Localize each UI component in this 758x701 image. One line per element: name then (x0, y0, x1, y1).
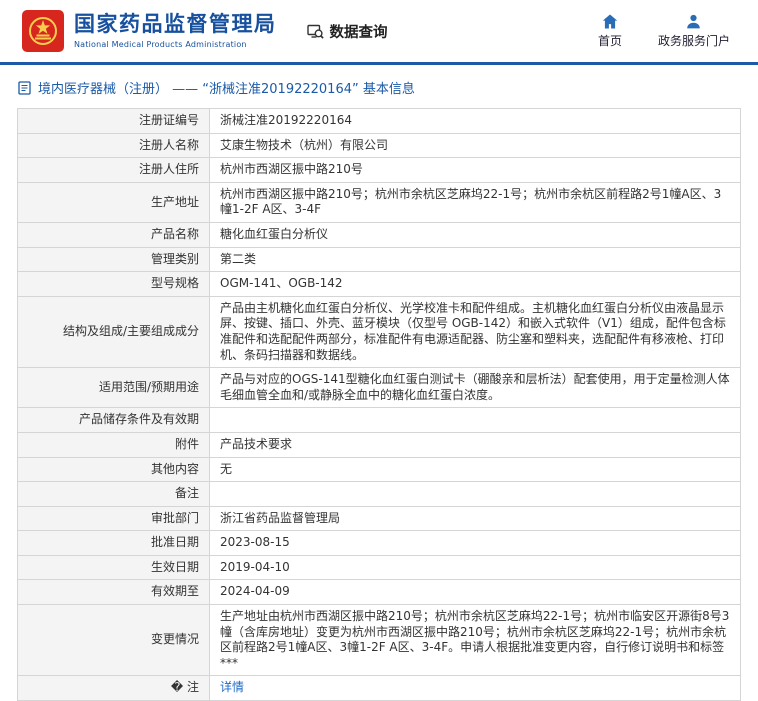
data-query-label: 数据查询 (330, 21, 388, 42)
table-row: 变更情况 生产地址由杭州市西湖区振中路210号；杭州市余杭区芝麻坞22-1号；杭… (18, 605, 741, 676)
breadcrumb: 境内医疗器械（注册） —— “浙械注准20192220164” 基本信息 (0, 65, 758, 106)
row-label: 产品名称 (18, 222, 210, 247)
table-row: � 注 详情 (18, 676, 741, 701)
row-label: 型号规格 (18, 272, 210, 297)
site-header: 国家药品监督管理局 National Medical Products Admi… (0, 0, 758, 62)
row-label: 产品储存条件及有效期 (18, 408, 210, 433)
registration-info-table: 注册证编号 浙械注准20192220164 注册人名称 艾康生物技术（杭州）有限… (17, 108, 741, 701)
nav-home[interactable]: 首页 (598, 14, 622, 49)
row-label: 备注 (18, 482, 210, 507)
table-row: 注册人住所 杭州市西湖区振中路210号 (18, 158, 741, 183)
breadcrumb-text: 境内医疗器械（注册） —— “浙械注准20192220164” 基本信息 (38, 78, 415, 97)
row-label-note: � 注 (18, 676, 210, 701)
row-value: 生产地址由杭州市西湖区振中路210号；杭州市余杭区芝麻坞22-1号；杭州市临安区… (210, 605, 741, 676)
table-row: 注册证编号 浙械注准20192220164 (18, 109, 741, 134)
row-label: 注册人住所 (18, 158, 210, 183)
nav-home-label: 首页 (598, 32, 622, 49)
table-row: 备注 (18, 482, 741, 507)
nmpa-emblem-logo (22, 10, 64, 52)
row-label: 有效期至 (18, 580, 210, 605)
table-row: 其他内容 无 (18, 457, 741, 482)
table-row: 型号规格 OGM-141、OGB-142 (18, 272, 741, 297)
row-value: 杭州市西湖区振中路210号 (210, 158, 741, 183)
data-query-magnifier-icon (307, 23, 324, 40)
row-value: 产品与对应的OGS-141型糖化血红蛋白测试卡（硼酸亲和层析法）配套使用，用于定… (210, 368, 741, 408)
home-icon (602, 14, 618, 29)
row-label: 注册证编号 (18, 109, 210, 134)
row-value: 浙江省药品监督管理局 (210, 506, 741, 531)
user-icon (686, 14, 701, 29)
table-row: 有效期至 2024-04-09 (18, 580, 741, 605)
table-row: 附件 产品技术要求 (18, 432, 741, 457)
row-label: 审批部门 (18, 506, 210, 531)
site-title-block: 国家药品监督管理局 National Medical Products Admi… (74, 13, 277, 48)
table-row: 结构及组成/主要组成成分 产品由主机糖化血红蛋白分析仪、光学校准卡和配件组成。主… (18, 296, 741, 367)
row-value: 产品由主机糖化血红蛋白分析仪、光学校准卡和配件组成。主机糖化血红蛋白分析仪由液晶… (210, 296, 741, 367)
table-row: 适用范围/预期用途 产品与对应的OGS-141型糖化血红蛋白测试卡（硼酸亲和层析… (18, 368, 741, 408)
site-subtitle: National Medical Products Administration (74, 40, 277, 49)
row-value: OGM-141、OGB-142 (210, 272, 741, 297)
table-row: 批准日期 2023-08-15 (18, 531, 741, 556)
row-label: 生效日期 (18, 555, 210, 580)
row-value: 产品技术要求 (210, 432, 741, 457)
row-label: 结构及组成/主要组成成分 (18, 296, 210, 367)
row-value: 糖化血红蛋白分析仪 (210, 222, 741, 247)
row-value (210, 482, 741, 507)
row-value: 杭州市西湖区振中路210号；杭州市余杭区芝麻坞22-1号；杭州市余杭区前程路2号… (210, 182, 741, 222)
table-row: 生产地址 杭州市西湖区振中路210号；杭州市余杭区芝麻坞22-1号；杭州市余杭区… (18, 182, 741, 222)
row-value: 第二类 (210, 247, 741, 272)
nav-portal-label: 政务服务门户 (658, 32, 730, 49)
registration-info-table-wrap: 注册证编号 浙械注准20192220164 注册人名称 艾康生物技术（杭州）有限… (17, 108, 741, 701)
page: 国家药品监督管理局 National Medical Products Admi… (0, 0, 758, 701)
row-label: 管理类别 (18, 247, 210, 272)
table-row: 注册人名称 艾康生物技术（杭州）有限公司 (18, 133, 741, 158)
table-row: 管理类别 第二类 (18, 247, 741, 272)
row-value: 无 (210, 457, 741, 482)
row-label: 生产地址 (18, 182, 210, 222)
row-label: 其他内容 (18, 457, 210, 482)
document-icon (18, 81, 31, 95)
table-row: 审批部门 浙江省药品监督管理局 (18, 506, 741, 531)
row-label: 变更情况 (18, 605, 210, 676)
row-label: 适用范围/预期用途 (18, 368, 210, 408)
row-value: 浙械注准20192220164 (210, 109, 741, 134)
row-value: 2019-04-10 (210, 555, 741, 580)
row-value (210, 408, 741, 433)
top-nav: 首页 政务服务门户 (598, 14, 734, 49)
row-value: 2024-04-09 (210, 580, 741, 605)
row-value: 详情 (210, 676, 741, 701)
nav-portal[interactable]: 政务服务门户 (658, 14, 730, 49)
detail-link[interactable]: 详情 (220, 680, 244, 694)
site-title: 国家药品监督管理局 (74, 13, 277, 36)
row-value: 艾康生物技术（杭州）有限公司 (210, 133, 741, 158)
row-label: 附件 (18, 432, 210, 457)
row-label: 批准日期 (18, 531, 210, 556)
row-label: 注册人名称 (18, 133, 210, 158)
table-row: 产品名称 糖化血红蛋白分析仪 (18, 222, 741, 247)
table-row: 产品储存条件及有效期 (18, 408, 741, 433)
row-value: 2023-08-15 (210, 531, 741, 556)
table-row: 生效日期 2019-04-10 (18, 555, 741, 580)
data-query-nav[interactable]: 数据查询 (307, 21, 388, 42)
